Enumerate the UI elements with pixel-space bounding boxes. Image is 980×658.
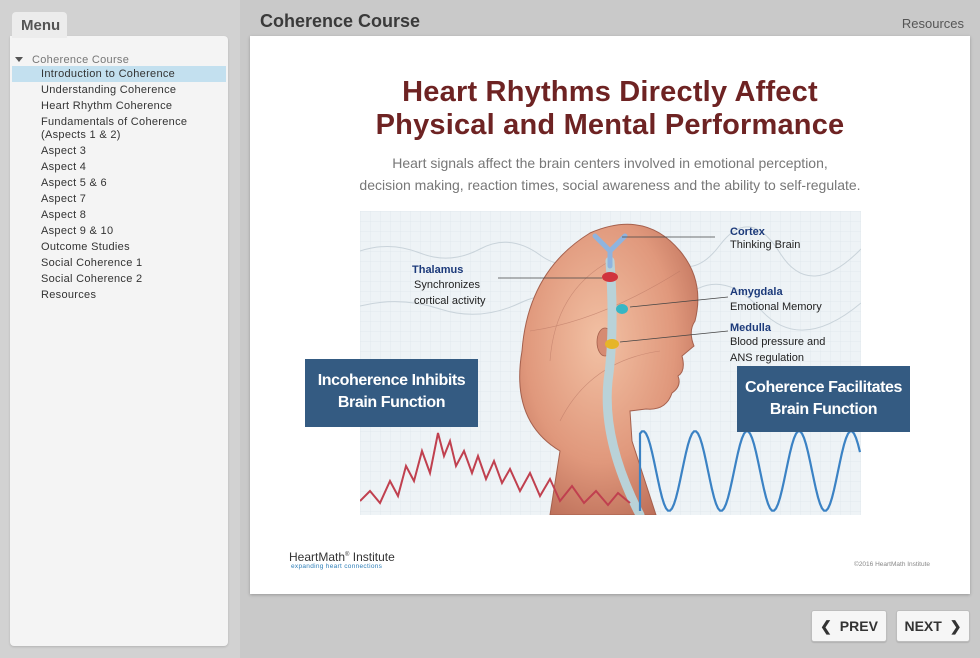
next-label: NEXT: [904, 618, 942, 634]
amygdala-marker: [616, 304, 628, 314]
resources-link[interactable]: Resources: [902, 16, 964, 31]
copyright-notice: ©2016 HeartMath Institute: [854, 561, 930, 568]
menu-item[interactable]: Social Coherence 2: [12, 271, 226, 287]
menu-item[interactable]: Aspect 7: [12, 191, 226, 207]
thalamus-label: Thalamus: [412, 264, 463, 276]
logo-name: HeartMath: [289, 550, 346, 564]
prev-button[interactable]: ❮ PREV: [811, 610, 887, 642]
menu-item[interactable]: Fundamentals of Coherence (Aspects 1 & 2…: [12, 114, 226, 143]
amygdala-desc: Emotional Memory: [730, 301, 822, 313]
chevron-left-icon: ❮: [820, 617, 832, 634]
menu-item[interactable]: Outcome Studies: [12, 239, 226, 255]
slide-subtitle-line-1: Heart signals affect the brain centers i…: [392, 155, 828, 171]
menu-tab[interactable]: Menu: [12, 12, 67, 38]
thalamus-desc-1: Synchronizes: [414, 279, 481, 291]
menu-item[interactable]: Aspect 4: [12, 159, 226, 175]
incoherence-callout-line-1: Incoherence Inhibits: [317, 372, 466, 389]
menu-item[interactable]: Introduction to Coherence: [12, 66, 226, 82]
chevron-right-icon: ❯: [949, 617, 962, 634]
cortex-desc: Thinking Brain: [730, 239, 800, 251]
thalamus-marker: [602, 272, 618, 282]
incoherence-callout: Incoherence Inhibits Brain Function: [305, 359, 478, 427]
header-bar: Coherence Course Resources: [240, 0, 980, 36]
medulla-label: Medulla: [730, 322, 772, 334]
menu-item[interactable]: Aspect 9 & 10: [12, 223, 226, 239]
tree-root-coherence-course[interactable]: Coherence Course: [14, 53, 226, 66]
coherence-callout-line-1: Coherence Facilitates: [745, 379, 902, 396]
logo-tagline: expanding heart connections: [291, 563, 383, 570]
medulla-desc-2: ANS regulation: [730, 352, 804, 364]
slide-content: Heart Rhythms Directly Affect Physical a…: [250, 36, 970, 594]
caret-down-icon[interactable]: [15, 57, 23, 62]
menu-item[interactable]: Resources: [12, 287, 226, 303]
medulla-marker: [605, 339, 619, 349]
menu-item[interactable]: Aspect 8: [12, 207, 226, 223]
menu-item[interactable]: Heart Rhythm Coherence: [12, 98, 226, 114]
menu-item[interactable]: Aspect 3: [12, 143, 226, 159]
slide-subtitle: Heart signals affect the brain centers i…: [250, 152, 970, 196]
slide-title-line-2: Physical and Mental Performance: [375, 109, 845, 141]
coherence-callout: Coherence Facilitates Brain Function: [737, 366, 910, 432]
menu-item[interactable]: Understanding Coherence: [12, 82, 226, 98]
cortex-label: Cortex: [730, 226, 766, 238]
slide-title-line-1: Heart Rhythms Directly Affect: [402, 76, 818, 108]
sidebar: Menu Coherence Course Introduction to Co…: [0, 0, 240, 658]
medulla-desc-1: Blood pressure and: [730, 336, 825, 348]
tree-items: Introduction to Coherence Understanding C…: [12, 66, 226, 303]
menu-item[interactable]: Aspect 5 & 6: [12, 175, 226, 191]
tree-root-label[interactable]: Coherence Course: [32, 54, 129, 66]
next-button[interactable]: NEXT ❯: [896, 610, 970, 642]
incoherence-callout-line-2: Brain Function: [337, 394, 446, 411]
course-title: Coherence Course: [260, 11, 421, 31]
slide-title: Heart Rhythms Directly Affect Physical a…: [250, 76, 970, 142]
menu-tree: Coherence Course Introduction to Coheren…: [12, 53, 226, 303]
slide-subtitle-line-2: decision making, reaction times, social …: [359, 177, 861, 193]
menu-item[interactable]: Social Coherence 1: [12, 255, 226, 271]
logo-name-suffix: Institute: [349, 550, 395, 564]
amygdala-label: Amygdala: [730, 286, 783, 298]
heartmath-logo: HeartMath® Institute: [289, 550, 395, 564]
prev-label: PREV: [839, 618, 878, 634]
coherence-callout-line-2: Brain Function: [769, 401, 878, 418]
thalamus-desc-2: cortical activity: [414, 295, 486, 307]
